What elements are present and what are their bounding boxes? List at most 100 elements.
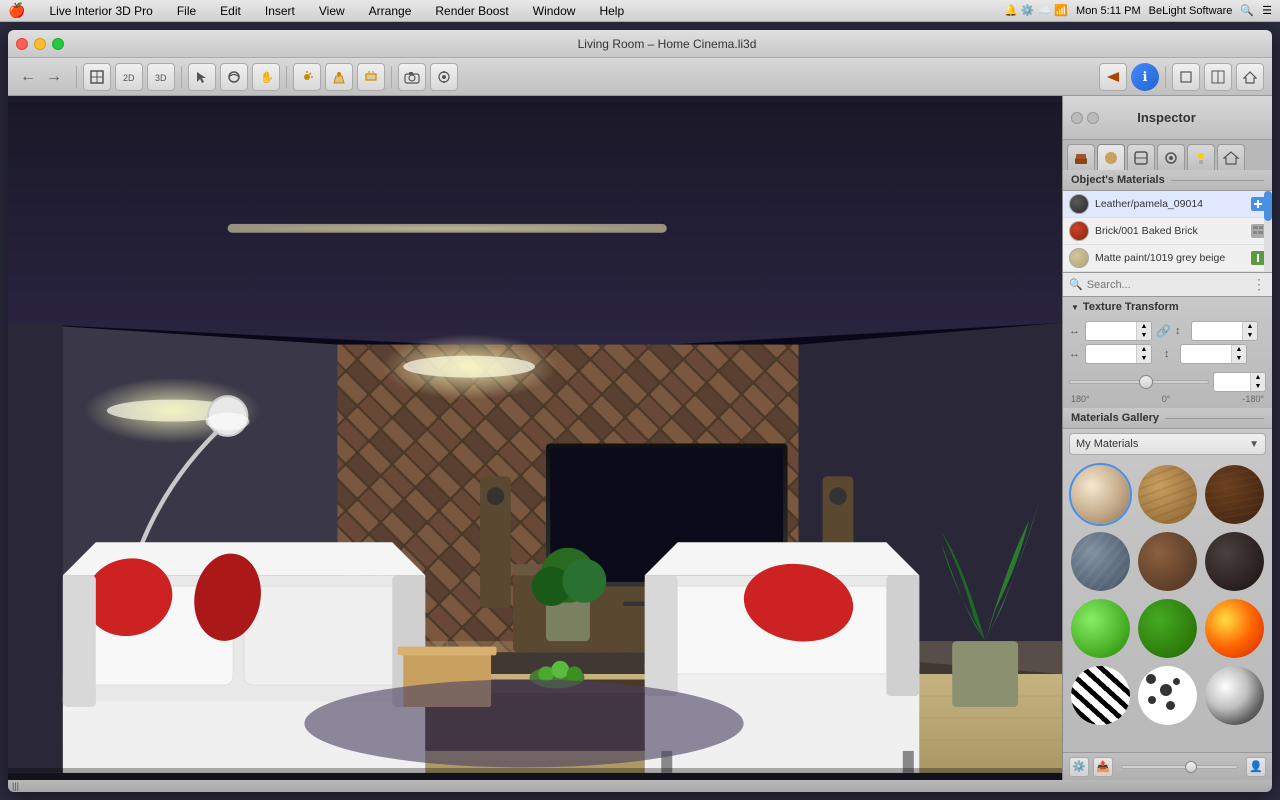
2d-view-button[interactable]: 2D [115, 63, 143, 91]
link-icon[interactable]: 🔗 [1156, 324, 1171, 338]
menu-edit[interactable]: Edit [216, 3, 245, 19]
tab-sphere[interactable] [1097, 144, 1125, 170]
close-button[interactable] [16, 38, 28, 50]
area-light-tool[interactable] [357, 63, 385, 91]
offset-y-input-group[interactable]: 0.00 ▲ ▼ [1180, 344, 1247, 364]
offset-x-down[interactable]: ▼ [1137, 354, 1151, 363]
render-button[interactable] [1099, 63, 1127, 91]
menu-view[interactable]: View [315, 3, 349, 19]
3d-view-button[interactable]: 3D [147, 63, 175, 91]
back-button[interactable]: ← [16, 65, 40, 89]
menu-arrange[interactable]: Arrange [365, 3, 416, 19]
gallery-export-btn[interactable]: 📤 [1093, 757, 1113, 777]
gallery-item-dark[interactable] [1203, 530, 1266, 593]
gallery-user-btn[interactable]: 👤 [1246, 757, 1266, 777]
gallery-item-wood-brown[interactable] [1136, 530, 1199, 593]
offset-x-input[interactable]: 0.00 [1086, 348, 1136, 360]
offset-y-input[interactable]: 0.00 [1181, 348, 1231, 360]
gallery-item-stone[interactable] [1069, 530, 1132, 593]
scale-x-stepper[interactable]: ▲ ▼ [1136, 322, 1151, 340]
materials-list[interactable]: Leather/pamela_09014 Brick/001 Baked Bri… [1063, 191, 1272, 273]
menu-window[interactable]: Window [529, 3, 580, 19]
offset-x-up[interactable]: ▲ [1137, 345, 1151, 354]
menu-render[interactable]: Render Boost [431, 3, 512, 19]
tab-plugin[interactable] [1157, 144, 1185, 170]
minimize-button[interactable] [34, 38, 46, 50]
menu-file[interactable]: File [173, 3, 200, 19]
material-item-leather[interactable]: Leather/pamela_09014 [1063, 191, 1272, 218]
tab-house[interactable] [1217, 144, 1245, 170]
scale-y-input-group[interactable]: 2.56 ▲ ▼ [1191, 321, 1258, 341]
floor-plan-button[interactable] [83, 63, 111, 91]
viewport[interactable] [8, 96, 1062, 780]
material-item-matte[interactable]: Matte paint/1019 grey beige [1063, 245, 1272, 272]
gallery-item-cream[interactable] [1069, 463, 1132, 526]
scale-x-input[interactable]: 2.56 [1086, 325, 1136, 337]
texture-transform-header[interactable]: ▼ Texture Transform [1063, 297, 1272, 317]
gallery-item-dalmatian[interactable] [1136, 664, 1199, 727]
scale-y-input[interactable]: 2.56 [1192, 325, 1242, 337]
material-sphere-stone [1071, 532, 1130, 591]
gallery-item-fire[interactable] [1203, 597, 1266, 660]
menu-app[interactable]: Live Interior 3D Pro [45, 3, 156, 19]
camera-tool[interactable] [398, 63, 426, 91]
tab-material[interactable] [1127, 144, 1155, 170]
offset-y-up[interactable]: ▲ [1232, 345, 1246, 354]
rotation-input[interactable]: 0° [1214, 376, 1250, 388]
gallery-size-slider[interactable] [1121, 765, 1238, 769]
rotation-down[interactable]: ▼ [1251, 382, 1265, 391]
pan-tool[interactable]: ✋ [252, 63, 280, 91]
scrollbar-thumb[interactable] [1264, 191, 1272, 221]
gallery-item-zebra[interactable] [1069, 664, 1132, 727]
menu-help[interactable]: Help [595, 3, 628, 19]
scale-y-down[interactable]: ▼ [1243, 331, 1257, 340]
tab-light[interactable] [1187, 144, 1215, 170]
rotation-up[interactable]: ▲ [1251, 373, 1265, 382]
menu-dots-icon[interactable]: ⋮ [1252, 276, 1266, 293]
gallery-size-thumb[interactable] [1185, 761, 1197, 773]
gallery-item-chrome[interactable] [1203, 664, 1266, 727]
menubar-search-icon[interactable]: 🔍 [1240, 4, 1254, 17]
menubar-list-icon[interactable]: ☰ [1262, 4, 1272, 17]
gallery-dropdown[interactable]: My Materials ▼ [1069, 433, 1266, 455]
home-btn[interactable] [1236, 63, 1264, 91]
forward-button[interactable]: → [42, 65, 66, 89]
screenshot-tool[interactable] [430, 63, 458, 91]
rotation-stepper[interactable]: ▲ ▼ [1250, 373, 1265, 391]
rotation-thumb[interactable] [1139, 375, 1153, 389]
spot-light-tool[interactable] [325, 63, 353, 91]
view-3d-btn[interactable] [1172, 63, 1200, 91]
tab-furniture[interactable] [1067, 144, 1095, 170]
gallery-item-wood-light[interactable] [1136, 463, 1199, 526]
rotation-slider[interactable] [1069, 374, 1209, 390]
scale-x-up[interactable]: ▲ [1137, 322, 1151, 331]
offset-x-stepper[interactable]: ▲ ▼ [1136, 345, 1151, 363]
materials-scrollbar[interactable] [1264, 191, 1272, 272]
scale-x-down[interactable]: ▼ [1137, 331, 1151, 340]
inspector-close-btn[interactable] [1071, 112, 1083, 124]
view-split-btn[interactable] [1204, 63, 1232, 91]
scale-y-stepper[interactable]: ▲ ▼ [1242, 322, 1257, 340]
menu-insert[interactable]: Insert [261, 3, 299, 19]
material-item-brick[interactable]: Brick/001 Baked Brick [1063, 218, 1272, 245]
offset-y-stepper[interactable]: ▲ ▼ [1231, 345, 1246, 363]
maximize-button[interactable] [52, 38, 64, 50]
scale-x-input-group[interactable]: 2.56 ▲ ▼ [1085, 321, 1152, 341]
apple-menu-icon[interactable]: 🍎 [8, 2, 25, 19]
material-search-input[interactable] [1087, 279, 1248, 291]
offset-y-down[interactable]: ▼ [1232, 354, 1246, 363]
gallery-item-green-bright[interactable] [1069, 597, 1132, 660]
cursor-tool[interactable] [188, 63, 216, 91]
point-light-tool[interactable] [293, 63, 321, 91]
viewport-scrollbar[interactable] [8, 768, 1062, 780]
offset-x-input-group[interactable]: 0.00 ▲ ▼ [1085, 344, 1152, 364]
scale-y-up[interactable]: ▲ [1243, 322, 1257, 331]
gallery-item-green-dark[interactable] [1136, 597, 1199, 660]
orbit-tool[interactable] [220, 63, 248, 91]
inspector-min-btn[interactable] [1087, 112, 1099, 124]
material-search-bar[interactable]: 🔍 ⋮ [1063, 273, 1272, 297]
gallery-settings-btn[interactable]: ⚙️ [1069, 757, 1089, 777]
gallery-item-wood-dark[interactable] [1203, 463, 1266, 526]
info-button[interactable]: ℹ [1131, 63, 1159, 91]
rotation-input-group[interactable]: 0° ▲ ▼ [1213, 372, 1266, 392]
